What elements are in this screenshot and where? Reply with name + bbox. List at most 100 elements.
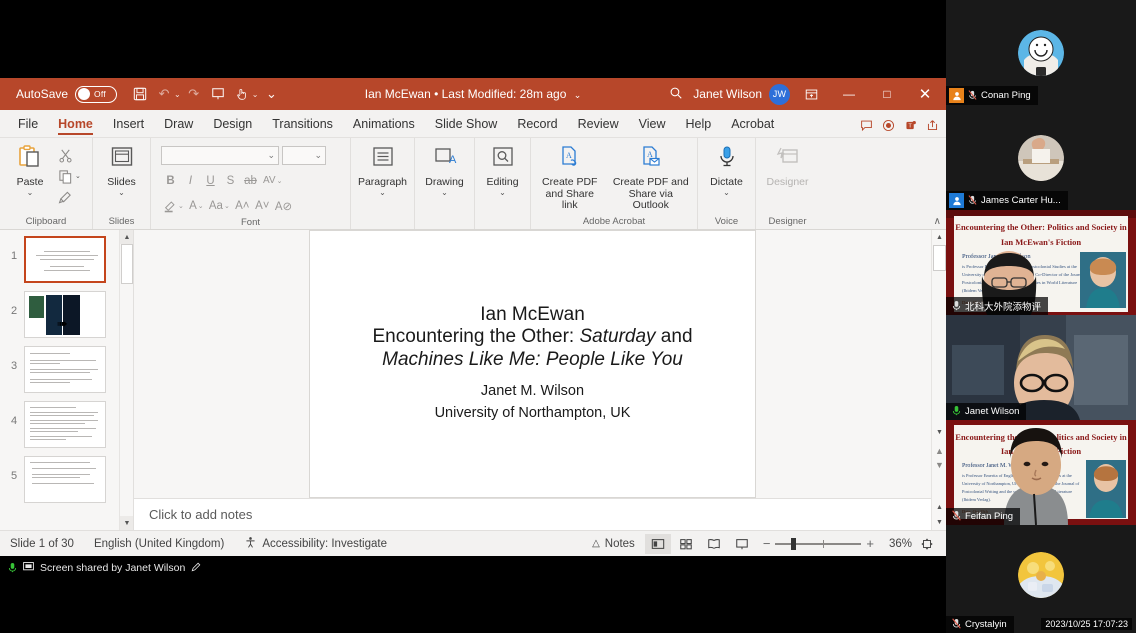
fit-to-window-button[interactable] (914, 534, 940, 554)
tab-animations[interactable]: Animations (343, 114, 425, 137)
search-icon[interactable] (663, 86, 689, 103)
paragraph-button[interactable]: Paragraph ⌄ (357, 142, 408, 197)
undo-chevron-icon[interactable]: ⌄ (174, 90, 181, 99)
increase-font-size-button[interactable]: A˄ (233, 196, 252, 215)
next-slide-button[interactable]: ▼ (932, 458, 947, 472)
participant-tile-feifan-ping[interactable]: Encountering the Other: Politics and Soc… (946, 420, 1136, 525)
create-pdf-share-outlook-button[interactable]: A Create PDF and Share via Outlook (611, 142, 691, 212)
slide-vertical-scrollbar[interactable]: ▲ ▼ ▲ ▼ ▲ ▼ (931, 230, 946, 530)
notes-toggle-button[interactable]: △ Notes (584, 538, 643, 550)
avatar[interactable]: JW (769, 83, 790, 105)
teams-icon[interactable]: T (900, 115, 920, 135)
scroll-up-icon[interactable]: ▲ (932, 230, 947, 245)
undo-icon[interactable]: ↶ (153, 83, 175, 105)
thumbnail-scroll-down-icon[interactable]: ▼ (120, 516, 133, 530)
dictate-chevron-icon[interactable]: ⌄ (723, 188, 730, 197)
paste-button[interactable]: Paste ⌄ (6, 142, 54, 197)
ribbon-display-options-icon[interactable] (794, 79, 828, 109)
minimize-button[interactable]: — (832, 79, 866, 109)
account-name[interactable]: Janet Wilson (693, 87, 762, 101)
redo-icon[interactable]: ↷ (183, 83, 205, 105)
slide-subtitle-text[interactable]: Janet M. Wilson University of Northampto… (435, 380, 631, 424)
character-spacing-button[interactable]: AV ⌄ (261, 171, 284, 190)
create-pdf-share-link-button[interactable]: A Create PDF and Share link (537, 142, 603, 212)
accessibility-status[interactable]: Accessibility: Investigate (234, 536, 397, 552)
slide-title-text[interactable]: Ian McEwan Encountering the Other: Satur… (372, 304, 692, 372)
thumbnail-1[interactable] (24, 236, 106, 283)
font-color-button[interactable]: A ⌄ (187, 196, 206, 215)
font-name-input[interactable]: ⌄ (161, 146, 279, 165)
tab-review[interactable]: Review (568, 114, 629, 137)
editing-button[interactable]: Editing ⌄ (481, 142, 524, 197)
thumbnail-item-2[interactable]: 2 ➠ (0, 291, 133, 338)
tab-insert[interactable]: Insert (103, 114, 154, 137)
reading-view-button[interactable] (701, 534, 727, 554)
copy-chevron-icon[interactable]: ⌄ (75, 172, 81, 180)
thumbnail-4[interactable] (24, 401, 106, 448)
tab-file[interactable]: File (8, 114, 48, 137)
slides-chevron-icon[interactable]: ⌄ (118, 188, 125, 197)
slides-button[interactable]: Slides ⌄ (99, 142, 144, 197)
customize-qat-icon[interactable]: ⌄ (260, 83, 282, 105)
participant-tile-conan-ping[interactable]: Conan Ping (946, 0, 1136, 105)
scroll-thumb[interactable] (933, 245, 946, 271)
thumbnail-item-5[interactable]: 5 (0, 456, 133, 503)
thumbnail-2[interactable]: ➠ (24, 291, 106, 338)
touch-mode-icon[interactable] (231, 83, 253, 105)
touch-chevron-icon[interactable]: ⌄ (252, 90, 259, 99)
participant-tile-janet-wilson[interactable]: Janet Wilson (946, 315, 1136, 420)
scroll-down-icon[interactable]: ▼ (932, 425, 947, 440)
zoom-handle[interactable] (791, 537, 797, 550)
normal-view-button[interactable] (644, 533, 671, 554)
change-case-button[interactable]: Aa ⌄ (207, 196, 232, 215)
slide-sorter-button[interactable] (673, 534, 699, 554)
thumbnail-scroll-thumb[interactable] (121, 244, 133, 284)
tab-slide-show[interactable]: Slide Show (425, 114, 508, 137)
tab-transitions[interactable]: Transitions (262, 114, 343, 137)
microphone-icon[interactable] (8, 562, 17, 576)
underline-button[interactable]: U (201, 171, 220, 190)
decrease-font-size-button[interactable]: A˅ (253, 196, 272, 215)
zoom-slider[interactable]: − + (763, 536, 874, 551)
thumbnail-scrollbar[interactable]: ▲ ▼ (119, 230, 133, 530)
text-highlight-button[interactable]: ⌄ (161, 196, 186, 215)
record-icon[interactable] (878, 115, 898, 135)
copy-button[interactable]: ⌄ (56, 166, 83, 186)
tab-home[interactable]: Home (48, 114, 103, 137)
paragraph-chevron-icon[interactable]: ⌄ (379, 188, 386, 197)
strikethrough-button[interactable]: ab (241, 171, 260, 190)
italic-button[interactable]: I (181, 171, 200, 190)
participant-tile-james-carter[interactable]: James Carter Hu... (946, 105, 1136, 210)
previous-slide-button[interactable]: ▲ (932, 444, 947, 458)
clear-formatting-button[interactable]: A⊘ (273, 196, 294, 215)
collapse-ribbon-icon[interactable]: ∧ (934, 216, 941, 227)
tab-design[interactable]: Design (203, 114, 262, 137)
zoom-track[interactable] (775, 537, 862, 550)
language-indicator[interactable]: English (United Kingdom) (84, 538, 234, 550)
font-color-chevron-icon[interactable]: ⌄ (198, 202, 204, 210)
slide-thumbnail-pane[interactable]: 1 2 ➠ 3 4 5 ▲ ▼ (0, 230, 134, 530)
slide-canvas[interactable]: Ian McEwan Encountering the Other: Satur… (134, 230, 931, 498)
tab-help[interactable]: Help (675, 114, 721, 137)
font-size-chevron-icon[interactable]: ⌄ (314, 150, 322, 161)
tab-acrobat[interactable]: Acrobat (721, 114, 784, 137)
thumbnail-item-4[interactable]: 4 (0, 401, 133, 448)
font-name-chevron-icon[interactable]: ⌄ (267, 150, 275, 161)
bold-button[interactable]: B (161, 171, 180, 190)
cut-button[interactable] (56, 145, 83, 165)
designer-button[interactable]: Designer (762, 142, 813, 188)
maximize-button[interactable]: □ (870, 79, 904, 109)
start-presentation-icon[interactable] (207, 83, 229, 105)
notes-scroll-up-icon[interactable]: ▲ (932, 500, 947, 515)
comments-icon[interactable] (856, 115, 876, 135)
zoom-out-button[interactable]: − (763, 536, 771, 551)
thumbnail-3[interactable] (24, 346, 106, 393)
thumbnail-item-3[interactable]: 3 (0, 346, 133, 393)
change-case-chevron-icon[interactable]: ⌄ (224, 202, 230, 210)
text-shadow-button[interactable]: S (221, 171, 240, 190)
close-button[interactable]: ✕ (908, 79, 942, 109)
document-title-chevron-icon[interactable]: ⌄ (574, 90, 582, 100)
highlight-chevron-icon[interactable]: ⌄ (178, 202, 184, 210)
editing-chevron-icon[interactable]: ⌄ (499, 188, 506, 197)
tab-draw[interactable]: Draw (154, 114, 203, 137)
